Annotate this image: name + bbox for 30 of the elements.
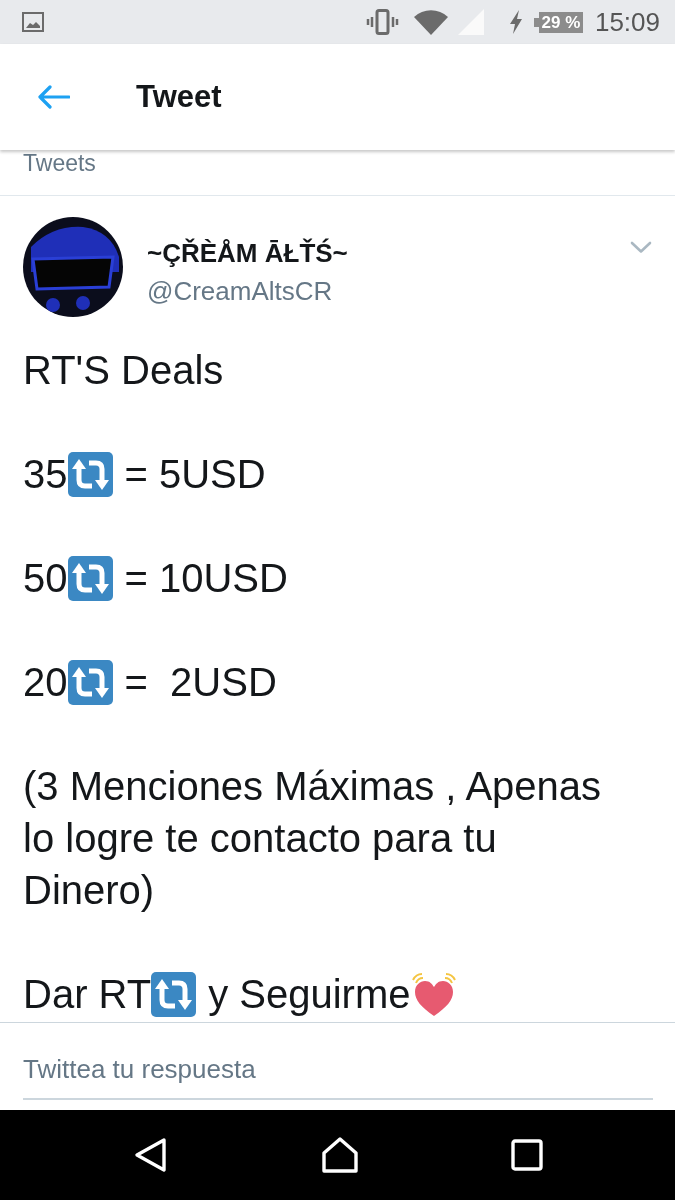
tweet-text: y Seguirme: [208, 972, 411, 1016]
tweet-text: = 5USD: [124, 452, 266, 496]
author-handle: @CreamAltsCR: [147, 277, 333, 305]
battery-indicator: 29 %: [533, 11, 583, 33]
tweet-text: 35: [23, 452, 68, 496]
charging-bolt-icon: [508, 10, 523, 34]
clock-time: 15:09: [594, 7, 660, 37]
tweet-text: 20: [23, 660, 68, 704]
image-notification-icon: [22, 12, 44, 32]
home-icon[interactable]: [320, 1136, 359, 1174]
reply-field[interactable]: Twittea tu respuesta: [23, 1040, 653, 1100]
repeat-arrows-icon: [67, 556, 113, 601]
tweet-text: = 10USD: [124, 556, 288, 600]
tweet-text: (3 Menciones Máximas , Apenas lo logre te contacto para tu Dinero): [23, 764, 603, 912]
vibrate-icon: [365, 9, 399, 35]
tweet-text: Dar RT: [23, 972, 152, 1016]
author-name: ~ÇŘÈÅM ĀŁŤŚ~: [147, 239, 348, 267]
beating-heart-icon: [410, 971, 459, 1017]
repeat-arrows-icon: [151, 972, 197, 1017]
tweet-text: 50: [23, 556, 68, 600]
wifi-icon: [412, 8, 449, 36]
recent-apps-icon[interactable]: [510, 1139, 543, 1171]
screen-title: Tweet: [136, 79, 222, 115]
repeat-arrows-icon: [67, 452, 113, 497]
section-label: Tweets: [23, 150, 96, 177]
nav-back-icon[interactable]: [132, 1137, 169, 1173]
tweet-text: RT'S Deals: [23, 348, 224, 392]
repeat-arrows-icon: [67, 660, 113, 705]
tweet-text: = 2USD: [124, 660, 277, 704]
back-arrow-icon[interactable]: [37, 85, 70, 109]
